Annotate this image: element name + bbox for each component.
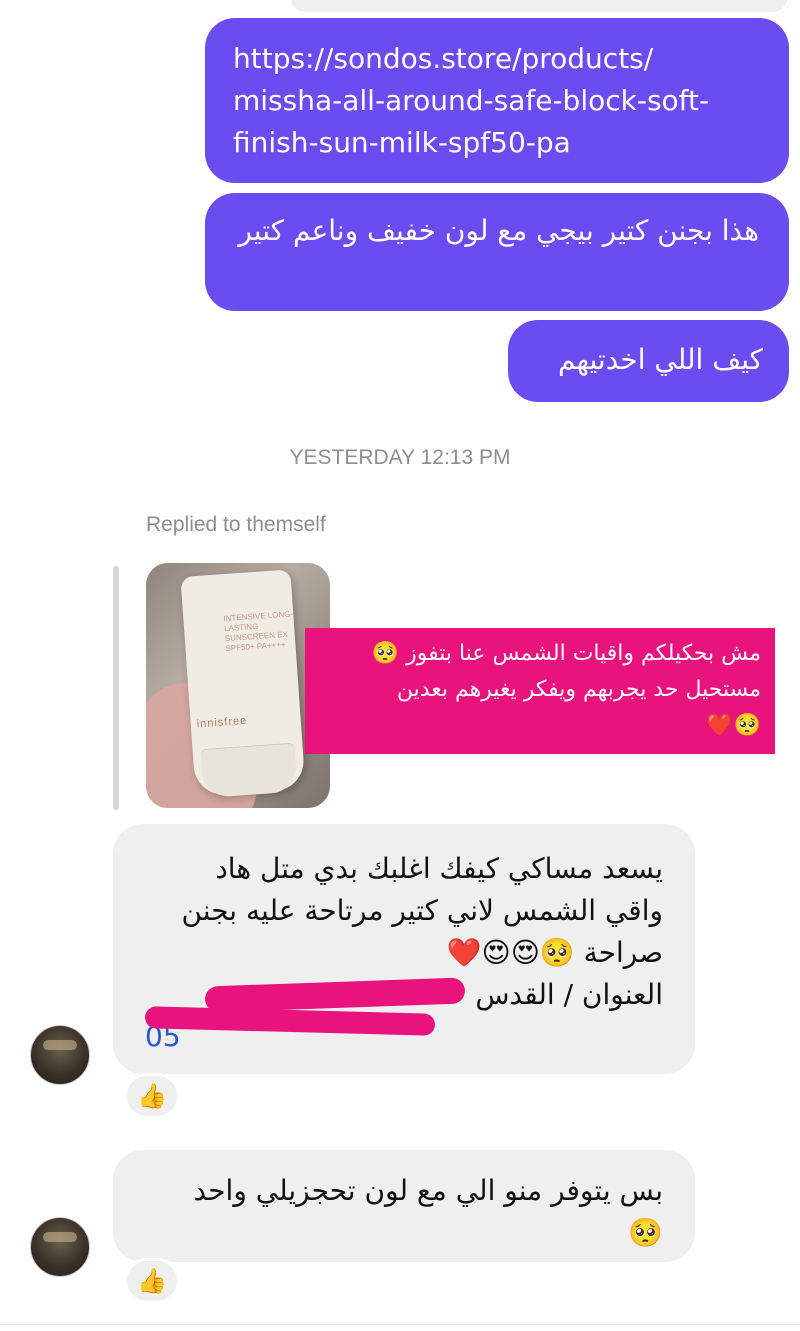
product-text: INTENSIVE LONG-LASTING SUNSCREEN EX SPF5… [223,609,294,654]
received-message[interactable]: يسعد مساكي كيفك اغلبك بدي متل هاد واقي ا… [113,824,695,1074]
thumbs-up-reaction[interactable]: 👍 [124,1258,180,1304]
reply-indicator-bar [113,566,119,810]
received-message[interactable]: بس يتوفر منو الي مع لون تحجزيلي واحد 🥺 [113,1150,695,1262]
story-reply-image[interactable]: INTENSIVE LONG-LASTING SUNSCREEN EX SPF5… [146,563,330,808]
message-line: بس يتوفر منو الي مع لون تحجزيلي واحد [193,1174,663,1207]
thumbs-up-reaction[interactable]: 👍 [124,1073,180,1119]
phone-line[interactable]: 05 [144,1006,663,1053]
link-line: https://sondos.store/products/ [233,42,654,75]
redaction-scribble [204,977,466,1013]
sunscreen-tube: INTENSIVE LONG-LASTING SUNSCREEN EX SPF5… [180,569,306,799]
story-text-overlay: مش بحكيلكم واقيات الشمس عنا بتفوز 🥺 مستح… [305,628,775,754]
address-label: العنوان / القدس [475,978,663,1011]
sender-avatar[interactable] [30,1025,90,1085]
sent-link-message[interactable]: https://sondos.store/products/ missha-al… [205,18,789,183]
link-line: missha-all-around-safe-block-soft- [233,84,710,117]
replied-label: Replied to themself [146,513,326,536]
message-line: واقي الشمس لاني كتير مرتاحة عليه بجنن [181,894,663,927]
message-line: 🥺 [628,1216,663,1249]
message-line: صراحة 🥺😍😍❤️ [446,936,663,969]
sender-avatar[interactable] [30,1217,90,1277]
timestamp: YESTERDAY 12:13 PM [289,446,511,469]
tube-cap [200,742,298,799]
sent-message[interactable]: هذا بجنن كتير بيجي مع لون خفيف وناعم كتي… [205,193,789,311]
overlay-line: 🥺❤️ [706,713,761,738]
overlay-line: مستحيل حد يجربهم ويفكر يغيرهم بعدين [396,677,761,702]
sent-message[interactable]: كيف اللي اخدتيهم [508,320,789,402]
product-brand: innisfree [196,714,248,731]
divider [0,1324,800,1325]
overlay-line: مش بحكيلكم واقيات الشمس عنا بتفوز 🥺 [371,641,761,666]
message-line: يسعد مساكي كيفك اغلبك بدي متل هاد [215,852,663,885]
previous-message-stub [290,0,788,12]
link-line: finish-sun-milk-spf50-pa [233,126,571,159]
